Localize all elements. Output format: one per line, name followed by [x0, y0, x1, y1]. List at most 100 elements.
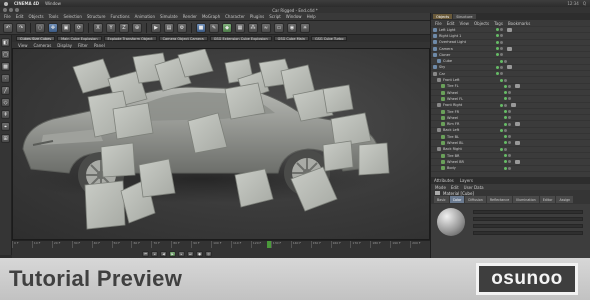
- attribute-field[interactable]: [473, 217, 583, 221]
- undo-icon[interactable]: ↶: [3, 22, 13, 33]
- render-visibility-icon[interactable]: [504, 78, 507, 82]
- visibility-flags[interactable]: [496, 40, 503, 44]
- material-preview-sphere[interactable]: [437, 208, 465, 236]
- editor-visibility-icon[interactable]: [504, 135, 507, 139]
- redo-icon[interactable]: ↷: [16, 22, 26, 33]
- cube-primitive-icon[interactable]: ■: [196, 22, 206, 33]
- editor-visibility-icon[interactable]: [504, 154, 507, 158]
- viewport-tab[interactable]: GSG Cube Main: [273, 36, 309, 41]
- points-mode-icon[interactable]: ·: [1, 74, 10, 83]
- apple-icon[interactable]: [4, 1, 8, 6]
- menu-item-selection[interactable]: Selection: [63, 14, 81, 19]
- visibility-flags[interactable]: [500, 128, 507, 132]
- viewport-tab[interactable]: Main Cube Explosion: [57, 36, 102, 41]
- editor-visibility-icon[interactable]: [504, 122, 507, 126]
- editor-visibility-icon[interactable]: [504, 166, 507, 170]
- deformer-icon[interactable]: ≈: [261, 22, 271, 33]
- viewport-tab[interactable]: Camera Object Camera: [158, 36, 208, 41]
- object-menu-edit[interactable]: Edit: [447, 21, 455, 26]
- editor-visibility-icon[interactable]: [496, 65, 499, 69]
- record-key-icon[interactable]: ●: [196, 251, 203, 257]
- material-tab-diffusion[interactable]: Diffusion: [465, 196, 486, 203]
- object-menu-objects[interactable]: Objects: [474, 21, 489, 26]
- visibility-flags[interactable]: [496, 28, 503, 32]
- render-visibility-icon[interactable]: [500, 72, 503, 76]
- floor-icon[interactable]: ▭: [274, 22, 284, 33]
- next-key-icon[interactable]: ▸: [178, 251, 185, 257]
- pen-spline-icon[interactable]: ✎: [209, 22, 219, 33]
- previous-key-icon[interactable]: ◂: [151, 251, 158, 257]
- timeline-ruler[interactable]: 0 F 10 F 20 F 30 F 40 F 50 F 60 F 70 F 80 F 90 F1…: [12, 241, 430, 248]
- visibility-flags[interactable]: [504, 116, 511, 120]
- menu-item-structure[interactable]: Structure: [87, 14, 106, 19]
- tag-icon[interactable]: [515, 122, 520, 127]
- tag-icon[interactable]: [515, 159, 520, 164]
- light-icon[interactable]: ☀: [300, 22, 310, 33]
- close-window-button[interactable]: [3, 8, 7, 12]
- viewport-tab[interactable]: Cubes Size Cubes: [16, 36, 56, 41]
- view-menu-view[interactable]: View: [18, 43, 28, 48]
- editor-visibility-icon[interactable]: [504, 91, 507, 95]
- material-tab-color[interactable]: Color: [449, 196, 465, 203]
- menu-item-plugins[interactable]: Plugins: [250, 14, 264, 19]
- render-visibility-icon[interactable]: [500, 53, 503, 57]
- render-visibility-icon[interactable]: [508, 160, 511, 164]
- edges-mode-icon[interactable]: ╱: [1, 86, 10, 95]
- render-visibility-icon[interactable]: [500, 65, 503, 69]
- material-tab-reflectance[interactable]: Reflectance: [486, 196, 513, 203]
- live-selection-icon[interactable]: ◌: [35, 22, 45, 33]
- attribute-field[interactable]: [473, 224, 583, 228]
- render-picture-viewer-icon[interactable]: ▤: [164, 22, 174, 33]
- viewport-tab[interactable]: GSG Extension Cube Explosion: [209, 36, 272, 41]
- attribute-field[interactable]: [473, 231, 583, 235]
- render-visibility-icon[interactable]: [504, 103, 507, 107]
- array-icon[interactable]: ▦: [235, 22, 245, 33]
- editor-visibility-icon[interactable]: [504, 160, 507, 164]
- object-menu-view[interactable]: View: [459, 21, 469, 26]
- tab-structure[interactable]: Structure: [453, 14, 476, 19]
- editor-visibility-icon[interactable]: [500, 147, 503, 151]
- menu-item-window[interactable]: Window: [286, 14, 302, 19]
- visibility-flags[interactable]: [504, 141, 511, 145]
- visibility-flags[interactable]: [504, 160, 511, 164]
- editor-visibility-icon[interactable]: [500, 78, 503, 82]
- z-axis-icon[interactable]: Z: [119, 22, 129, 33]
- visibility-flags[interactable]: [504, 110, 511, 113]
- editor-visibility-icon[interactable]: [504, 84, 507, 88]
- material-tab-editor[interactable]: Editor: [539, 196, 556, 203]
- object-menu-bookmarks[interactable]: Bookmarks: [508, 21, 530, 26]
- visibility-flags[interactable]: [496, 65, 503, 69]
- visibility-flags[interactable]: [496, 34, 503, 38]
- app-menu-name[interactable]: CINEMA 4D: [14, 1, 39, 6]
- menu-item-mograph[interactable]: MoGraph: [202, 14, 220, 19]
- render-visibility-icon[interactable]: [500, 47, 503, 51]
- visibility-flags[interactable]: [500, 147, 507, 151]
- menu-item-file[interactable]: File: [4, 14, 11, 19]
- menu-item-character[interactable]: Character: [225, 14, 245, 19]
- visibility-flags[interactable]: [500, 103, 507, 107]
- menu-item-simulate[interactable]: Simulate: [160, 14, 178, 19]
- tag-icon[interactable]: [507, 27, 512, 32]
- tag-icon[interactable]: [507, 65, 512, 70]
- rotate-tool-icon[interactable]: ⟳: [74, 22, 84, 33]
- render-visibility-icon[interactable]: [508, 97, 511, 101]
- render-visibility-icon[interactable]: [508, 122, 511, 126]
- material-tab-assign[interactable]: Assign: [556, 196, 574, 203]
- zoom-window-button[interactable]: [15, 8, 19, 12]
- spotlight-icon[interactable]: Q: [583, 1, 586, 6]
- object-row[interactable]: Body: [431, 166, 590, 172]
- object-menu-tags[interactable]: Tags: [494, 21, 503, 26]
- view-menu-display[interactable]: Display: [57, 43, 72, 48]
- coordinate-system-icon[interactable]: ⊕: [132, 22, 142, 33]
- play-backwards-icon[interactable]: ◀: [160, 251, 167, 257]
- y-axis-icon[interactable]: Y: [106, 22, 116, 33]
- visibility-flags[interactable]: [504, 166, 511, 170]
- editor-visibility-icon[interactable]: [504, 116, 507, 120]
- tag-icon[interactable]: [507, 46, 512, 51]
- editor-visibility-icon[interactable]: [500, 103, 503, 107]
- material-tab-basic[interactable]: Basic: [434, 196, 449, 203]
- render-visibility-icon[interactable]: [504, 128, 507, 132]
- render-visibility-icon[interactable]: [508, 84, 511, 88]
- visibility-flags[interactable]: [504, 135, 511, 139]
- camera-icon[interactable]: ◉: [287, 22, 297, 33]
